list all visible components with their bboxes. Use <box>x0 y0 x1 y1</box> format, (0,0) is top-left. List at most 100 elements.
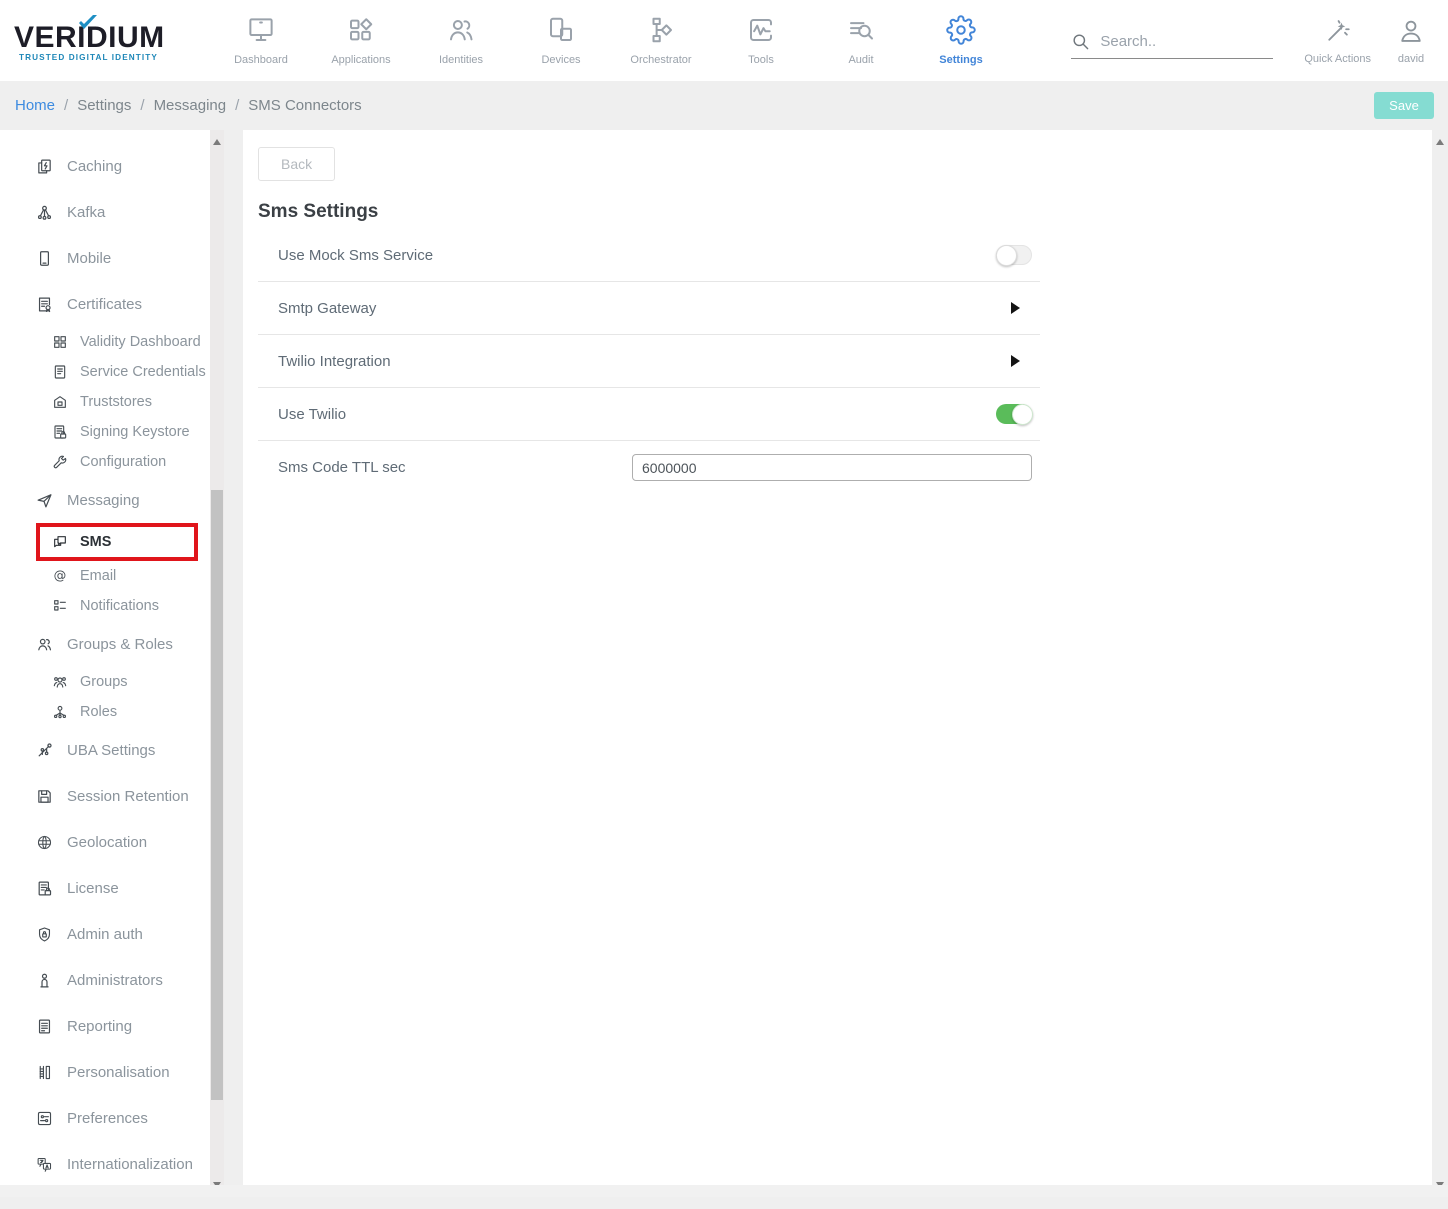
sidebar-item-internationalization[interactable]: Internationalization <box>0 1141 210 1187</box>
sidebar-item-truststores[interactable]: Truststores <box>0 387 210 417</box>
nav-item-tools[interactable]: Tools <box>711 15 811 66</box>
sidebar-item-label: Certificates <box>67 296 142 313</box>
nav-item-settings[interactable]: Settings <box>911 15 1011 66</box>
main-content: Back Sms Settings Use Mock Sms ServiceSm… <box>243 130 1432 1197</box>
dashboard-icon <box>246 15 276 45</box>
preferences-icon <box>36 1110 53 1127</box>
sidebar-item-reporting[interactable]: Reporting <box>0 1003 210 1049</box>
license-icon <box>36 880 53 897</box>
sidebar-item-mobile[interactable]: Mobile <box>0 235 210 281</box>
sidebar-item-personalisation[interactable]: Personalisation <box>0 1049 210 1095</box>
sidebar-item-label: Groups <box>80 674 128 690</box>
sidebar-item-admin-auth[interactable]: Admin auth <box>0 911 210 957</box>
quick-actions-button[interactable]: Quick Actions <box>1291 17 1384 65</box>
signing-keystore-icon <box>52 424 68 440</box>
sidebar-item-uba-settings[interactable]: UBA Settings <box>0 727 210 773</box>
admin-auth-icon <box>36 926 53 943</box>
nav-item-dashboard[interactable]: Dashboard <box>211 15 311 66</box>
sidebar-item-label: Internationalization <box>67 1156 193 1173</box>
validity-dashboard-icon <box>52 334 68 350</box>
sidebar-item-service-credentials[interactable]: Service Credentials <box>0 357 210 387</box>
nav-item-label: Tools <box>748 54 774 66</box>
expand-arrow-icon[interactable] <box>1011 355 1020 367</box>
sidebar-item-roles[interactable]: Roles <box>0 697 210 727</box>
nav-item-label: Identities <box>439 54 483 66</box>
sidebar-item-session-retention[interactable]: Session Retention <box>0 773 210 819</box>
breadcrumb-item-messaging: Messaging <box>154 97 227 114</box>
sidebar-item-validity-dashboard[interactable]: Validity Dashboard <box>0 327 210 357</box>
sidebar-item-geolocation[interactable]: Geolocation <box>0 819 210 865</box>
sidebar-item-label: Caching <box>67 158 122 175</box>
breadcrumb-item-home[interactable]: Home <box>15 97 55 114</box>
user-menu[interactable]: david <box>1384 17 1438 65</box>
setting-label: Use Twilio <box>278 406 346 423</box>
sidebar-item-label: SMS <box>80 534 111 550</box>
sidebar-item-configuration[interactable]: Configuration <box>0 447 210 477</box>
search-input[interactable] <box>1100 33 1250 50</box>
use-twilio-toggle[interactable] <box>996 404 1032 424</box>
sidebar-item-label: Email <box>80 568 116 584</box>
toggle-knob <box>996 245 1017 266</box>
sidebar-item-messaging[interactable]: Messaging <box>0 477 210 523</box>
nav-item-devices[interactable]: Devices <box>511 15 611 66</box>
logo-wordmark: VERIDIUM <box>14 23 189 53</box>
personalisation-icon <box>36 1064 53 1081</box>
veridium-logo[interactable]: VERIDIUM TRUSTED DIGITAL IDENTITY <box>14 19 189 62</box>
settings-row-use-twilio: Use Twilio <box>258 388 1040 441</box>
sidebar-item-signing-keystore[interactable]: Signing Keystore <box>0 417 210 447</box>
sms-code-ttl-sec-input[interactable] <box>632 454 1032 481</box>
sidebar-item-notifications[interactable]: Notifications <box>0 591 210 621</box>
sidebar-item-groups-roles[interactable]: Groups & Roles <box>0 621 210 667</box>
sidebar-item-administrators[interactable]: Administrators <box>0 957 210 1003</box>
sidebar-item-label: Administrators <box>67 972 163 989</box>
save-button[interactable]: Save <box>1374 92 1434 119</box>
sidebar-item-label: Kafka <box>67 204 105 221</box>
sidebar-item-label: Configuration <box>80 454 166 470</box>
sidebar-item-caching[interactable]: Caching <box>0 143 210 189</box>
applications-icon <box>346 15 376 45</box>
sidebar-item-kafka[interactable]: Kafka <box>0 189 210 235</box>
toggle-knob <box>1012 404 1033 425</box>
sidebar-item-label: Signing Keystore <box>80 424 190 440</box>
breadcrumb-item-settings: Settings <box>77 97 131 114</box>
sidebar-item-email[interactable]: @ Email <box>0 561 210 591</box>
sidebar-item-label: Service Credentials <box>80 364 206 380</box>
back-button[interactable]: Back <box>258 147 335 181</box>
sidebar-item-label: Notifications <box>80 598 159 614</box>
messaging-icon <box>36 492 53 509</box>
page-scrollbar[interactable] <box>1432 130 1448 1197</box>
nav-item-audit[interactable]: Audit <box>811 15 911 66</box>
scroll-up-icon[interactable] <box>213 139 221 145</box>
settings-row-use-mock-sms-service: Use Mock Sms Service <box>258 229 1040 282</box>
nav-item-label: Audit <box>848 54 873 66</box>
kafka-icon <box>36 204 53 221</box>
expand-arrow-icon[interactable] <box>1011 302 1020 314</box>
breadcrumb-separator: / <box>140 97 144 114</box>
notifications-icon <box>52 598 68 614</box>
sidebar-item-certificates[interactable]: Certificates <box>0 281 210 327</box>
sidebar-item-sms[interactable]: SMS <box>36 523 198 561</box>
configuration-icon <box>52 454 68 470</box>
sidebar-item-groups[interactable]: Groups <box>0 667 210 697</box>
sidebar-item-license[interactable]: License <box>0 865 210 911</box>
nav-item-applications[interactable]: Applications <box>311 15 411 66</box>
sidebar-scrollbar[interactable] <box>210 130 224 1197</box>
search-icon <box>1071 32 1090 51</box>
reporting-icon <box>36 1018 53 1035</box>
global-search[interactable] <box>1071 32 1273 59</box>
internationalization-icon <box>36 1156 53 1173</box>
horizontal-scrollbar-track[interactable] <box>0 1185 1448 1197</box>
logo-checkmark-icon <box>77 14 99 32</box>
page-scroll-up-icon[interactable] <box>1436 139 1444 145</box>
sidebar-scroll-thumb[interactable] <box>211 490 223 1100</box>
breadcrumb-separator: / <box>64 97 68 114</box>
primary-nav: Dashboard Applications Identities Device… <box>211 15 1011 66</box>
sidebar-item-preferences[interactable]: Preferences <box>0 1095 210 1141</box>
identities-icon <box>446 15 476 45</box>
use-mock-sms-service-toggle[interactable] <box>996 245 1032 265</box>
nav-item-orchestrator[interactable]: Orchestrator <box>611 15 711 66</box>
setting-label: Twilio Integration <box>278 353 391 370</box>
nav-item-identities[interactable]: Identities <box>411 15 511 66</box>
session-retention-icon <box>36 788 53 805</box>
roles-icon <box>52 704 68 720</box>
